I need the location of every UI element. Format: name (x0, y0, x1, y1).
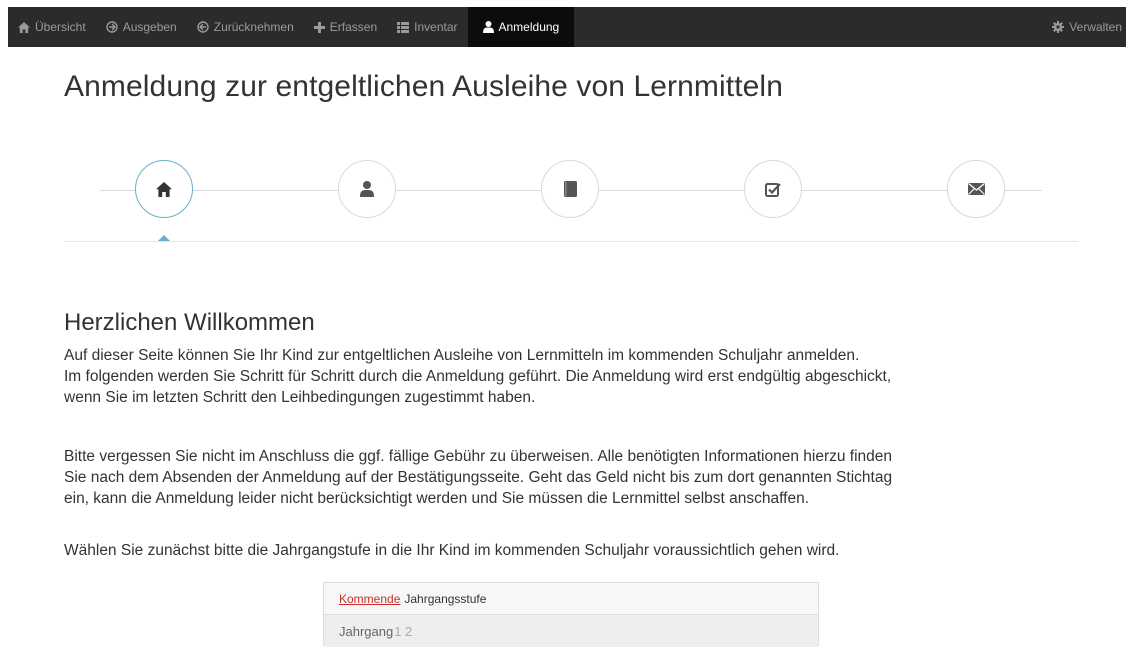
book-icon (563, 181, 577, 197)
intro-line-3: wenn Sie im letzten Schritt den Leihbedi… (64, 389, 536, 406)
nav-item-zuruecknehmen[interactable]: Zurücknehmen (187, 7, 304, 47)
user-icon (360, 181, 374, 197)
grade-select-heading-label: Jahrgangsstufe (404, 591, 487, 606)
step-child-data[interactable] (338, 160, 396, 218)
nav-item-erfassen[interactable]: Erfassen (304, 7, 387, 47)
grade-row-label: Jahrgang (339, 623, 394, 639)
nav-item-uebersicht[interactable]: Übersicht (8, 7, 96, 47)
envelope-icon (967, 183, 985, 195)
nav-item-label: Erfassen (329, 20, 378, 34)
grade-select-keyword: Kommende (339, 591, 401, 606)
nav-item-label: Inventar (414, 20, 458, 34)
gear-icon (1052, 21, 1065, 33)
step-books[interactable] (541, 160, 599, 218)
list-icon (397, 21, 410, 33)
nav-item-label: Anmeldung (498, 20, 560, 34)
grade-select-row[interactable]: Jahrgang 1 2 (324, 615, 818, 647)
user-icon (482, 21, 494, 33)
grade-row-value[interactable]: 1 2 (394, 624, 412, 639)
nav-item-inventar[interactable]: Inventar (387, 7, 467, 47)
arrow-circle-icon (105, 21, 118, 33)
active-step-caret (158, 235, 170, 241)
payment-line-2: Sie nach dem Absenden der Anmeldung auf … (64, 469, 893, 486)
nav-item-label: Zurücknehmen (213, 20, 294, 34)
instruction-paragraph: Wählen Sie zunächst bitte die Jahrgangst… (64, 542, 840, 559)
welcome-heading: Herzlichen Willkommen (64, 309, 315, 336)
arrow-circle-icon (197, 21, 209, 33)
payment-paragraph: Bitte vergessen Sie nicht im Anschluss d… (64, 446, 1084, 509)
grade-select-heading: Kommende Jahrgangsstufe (324, 583, 818, 615)
step-confirm[interactable] (744, 160, 802, 218)
nav-item-label: Übersicht (35, 20, 86, 34)
registration-stepper (64, 160, 1078, 250)
step-welcome[interactable] (135, 160, 193, 218)
nav-item-ausgeben[interactable]: Ausgeben (96, 7, 187, 47)
top-navbar: Übersicht Ausgeben Zurücknehmen Erfassen… (8, 7, 1126, 47)
nav-item-label: Ausgeben (122, 20, 177, 34)
grade-select-panel: Kommende Jahrgangsstufe Jahrgang 1 2 (323, 582, 819, 647)
home-icon (156, 181, 172, 197)
intro-line-1: Auf dieser Seite können Sie Ihr Kind zur… (64, 347, 860, 364)
nav-item-anmeldung[interactable]: Anmeldung (467, 7, 575, 47)
step-submit[interactable] (947, 160, 1005, 218)
intro-line-2: Im folgenden werden Sie Schritt für Schr… (64, 368, 892, 385)
nav-item-verwalten[interactable]: Verwalten (1042, 7, 1126, 47)
nav-item-label: Verwalten (1069, 20, 1122, 34)
payment-line-3: ein, kann die Anmeldung leider nicht ber… (64, 490, 810, 507)
home-icon (18, 21, 30, 33)
plus-icon (313, 21, 325, 33)
payment-line-1: Bitte vergessen Sie nicht im Anschluss d… (64, 448, 893, 465)
page-title: Anmeldung zur entgeltlichen Ausleihe von… (64, 70, 783, 103)
checkbox-icon (765, 182, 781, 197)
stepper-divider (64, 241, 1078, 242)
intro-paragraph: Auf dieser Seite können Sie Ihr Kind zur… (64, 345, 1084, 408)
